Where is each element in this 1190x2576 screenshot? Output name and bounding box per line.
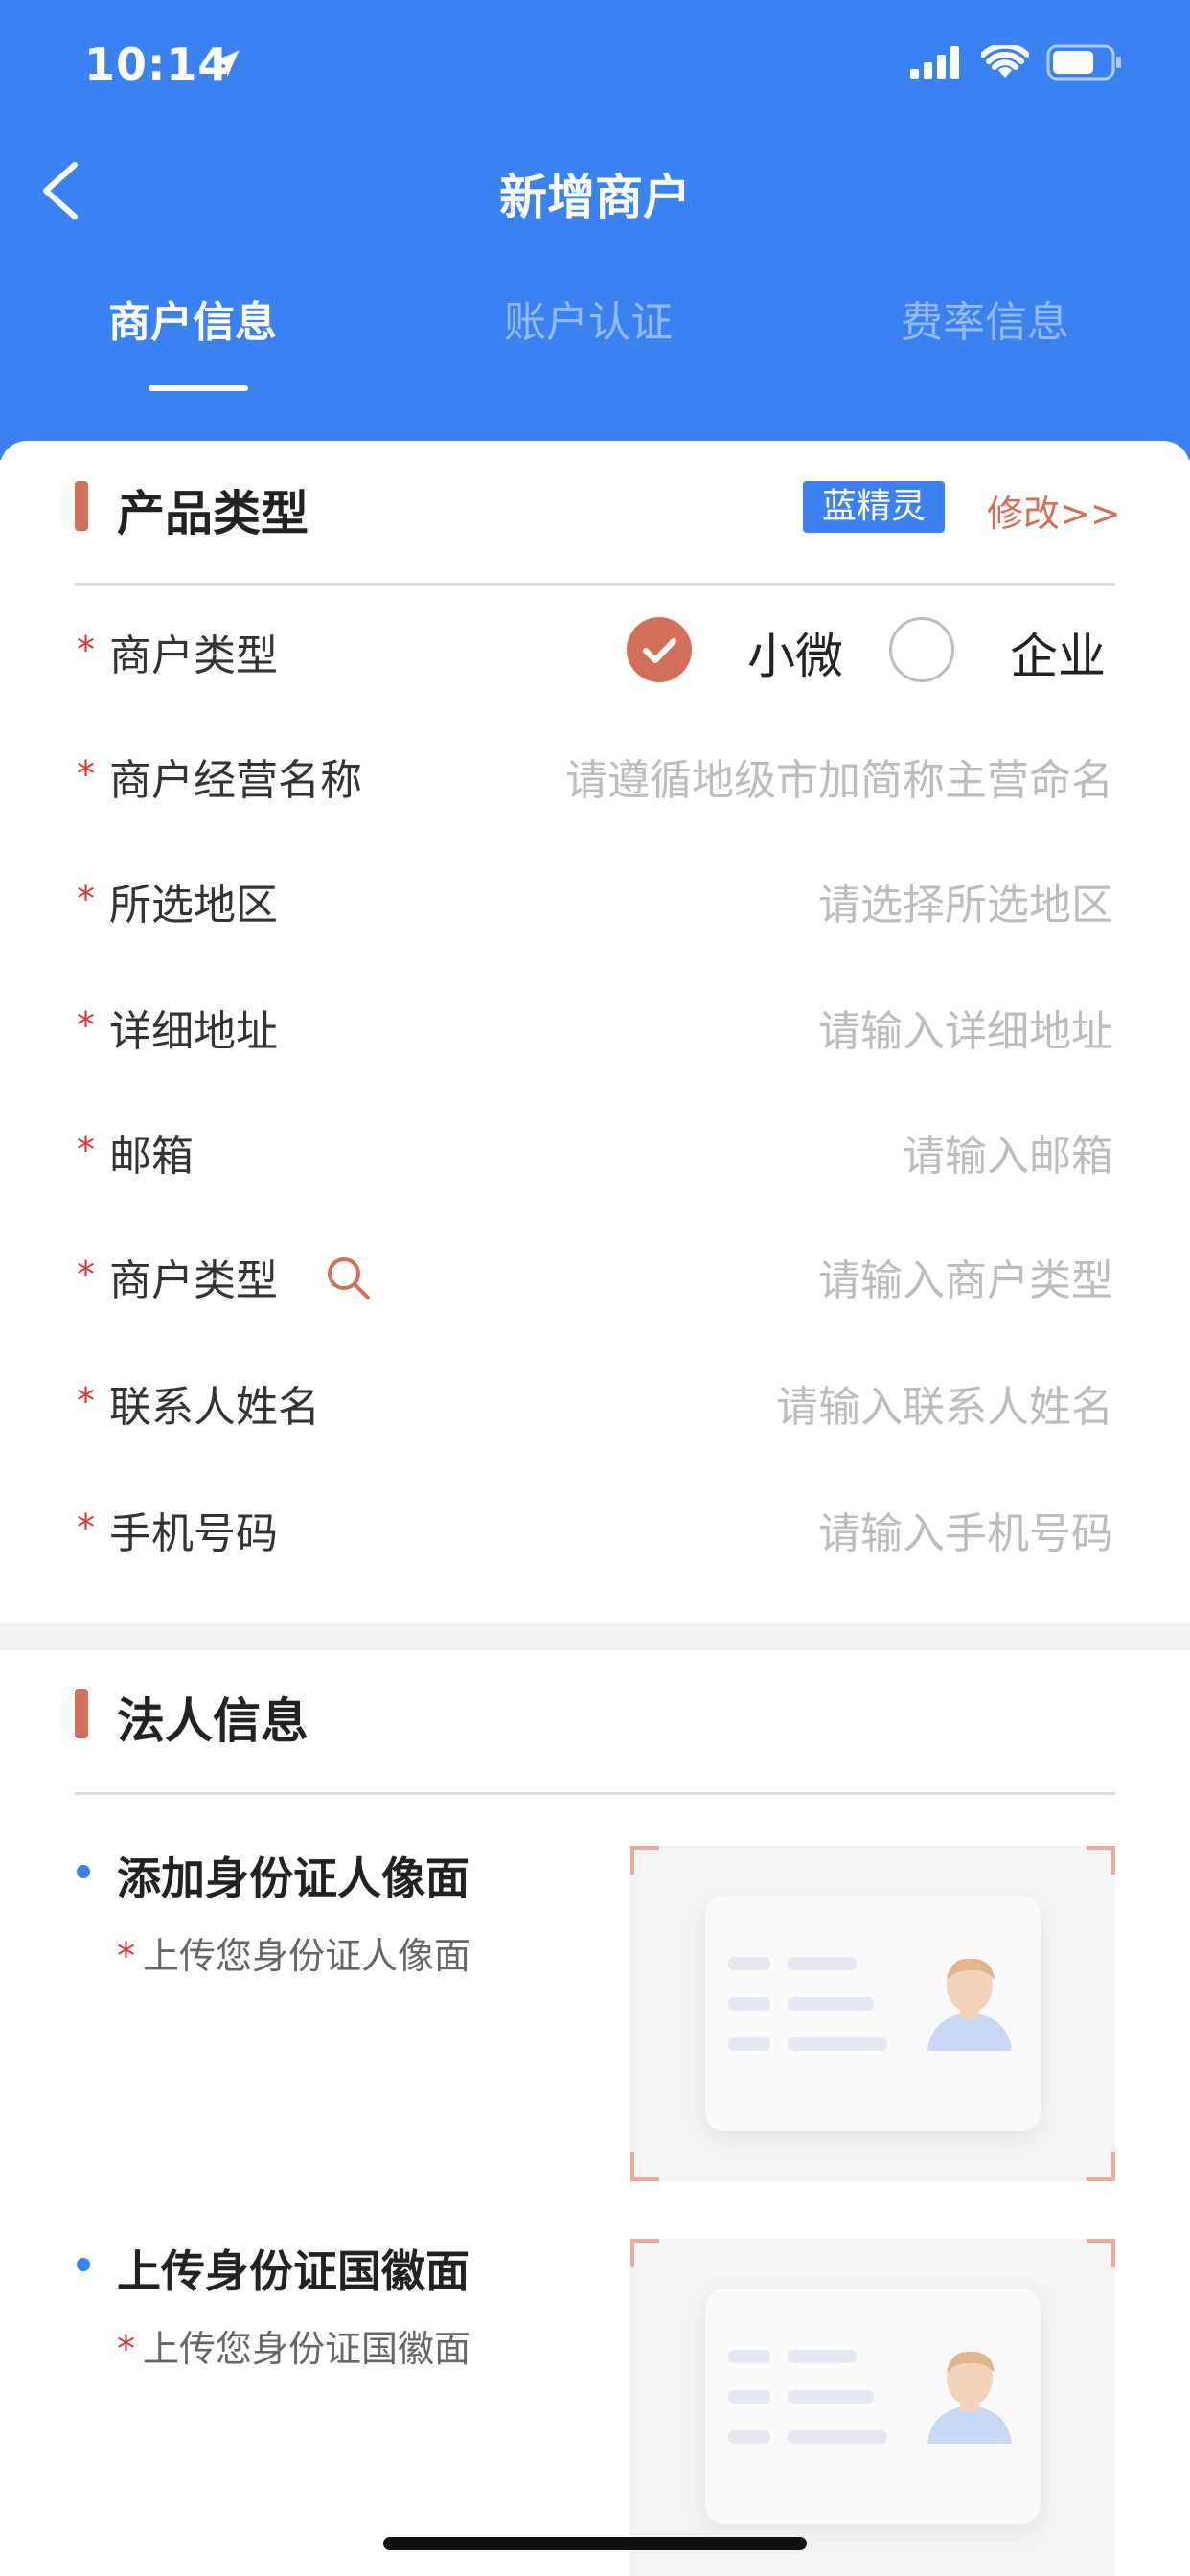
- contact-name-label: 联系人姓名: [109, 1383, 320, 1432]
- required-star: *: [77, 1129, 95, 1171]
- required-star: *: [77, 878, 95, 920]
- required-star: *: [77, 1004, 95, 1046]
- email-input[interactable]: 请输入邮箱: [903, 1121, 1113, 1183]
- id-card-illustration: [705, 1896, 1041, 2131]
- phone-label: 手机号码: [109, 1509, 278, 1558]
- tab-merchant-info[interactable]: 商户信息: [108, 288, 277, 349]
- divider: [75, 1792, 1115, 1795]
- contact-name-input[interactable]: 请输入联系人姓名: [776, 1372, 1113, 1434]
- page-title: 新增商户: [499, 170, 691, 225]
- bullet-dot: [77, 1865, 90, 1878]
- active-tab-indicator: [149, 385, 248, 391]
- id-card-illustration: [705, 2288, 1041, 2524]
- signal-icon: [910, 46, 959, 79]
- id-front-upload-area[interactable]: [630, 1846, 1115, 2181]
- required-star: *: [77, 1254, 95, 1296]
- header: 10:14 新增商户 商户信息 账户认证 费率信息: [0, 0, 1190, 460]
- radio-label-enterprise[interactable]: 企业: [1010, 618, 1106, 687]
- region-select[interactable]: 请选择所选地区: [818, 870, 1113, 932]
- merchant-type-label: 商户类型: [109, 632, 278, 680]
- region-label: 所选地区: [109, 881, 278, 930]
- divider: [75, 583, 1115, 586]
- search-icon[interactable]: [324, 1254, 374, 1303]
- section-title-legal-person: 法人信息: [117, 1693, 309, 1749]
- address-label: 详细地址: [109, 1007, 278, 1056]
- required-star: *: [117, 1935, 135, 1977]
- section-gap: [0, 1623, 1190, 1650]
- upload-front-subtitle: * 上传您身份证人像面: [117, 1926, 470, 1979]
- email-label: 邮箱: [109, 1132, 194, 1181]
- section-accent-bar: [75, 481, 88, 531]
- edit-product-link[interactable]: 修改>>: [987, 484, 1121, 537]
- upload-back-title: 上传身份证国徽面: [117, 2245, 469, 2297]
- radio-small-micro-checked[interactable]: [627, 617, 692, 682]
- person-avatar-icon: [927, 1958, 1012, 2051]
- check-icon: [643, 638, 676, 663]
- section-accent-bar: [75, 1689, 88, 1738]
- required-star: *: [77, 1506, 95, 1549]
- upload-front-hint: 上传您身份证人像面: [143, 1935, 471, 1977]
- required-star: *: [77, 629, 95, 671]
- address-input[interactable]: 请输入详细地址: [818, 997, 1113, 1058]
- tab-account-auth[interactable]: 账户认证: [504, 288, 673, 349]
- upload-back-subtitle: * 上传您身份证国徽面: [117, 2319, 470, 2372]
- tab-rate-info[interactable]: 费率信息: [901, 288, 1069, 349]
- category-input[interactable]: 请输入商户类型: [818, 1246, 1113, 1307]
- phone-input[interactable]: 请输入手机号码: [818, 1499, 1113, 1560]
- location-arrow-icon: [213, 50, 240, 77]
- required-star: *: [77, 1380, 95, 1422]
- radio-enterprise[interactable]: [889, 617, 954, 682]
- required-star: *: [77, 753, 95, 795]
- wifi-icon: [981, 45, 1029, 78]
- product-badge: 蓝精灵: [803, 481, 945, 533]
- radio-label-small-micro[interactable]: 小微: [747, 618, 843, 687]
- section-title-product-type: 产品类型: [117, 486, 309, 541]
- battery-icon: [1046, 44, 1121, 80]
- required-star: *: [117, 2328, 135, 2370]
- status-icons: [910, 44, 1123, 80]
- status-time: 10:14: [84, 38, 230, 90]
- bullet-dot: [77, 2258, 90, 2271]
- tab-bar: 商户信息 账户认证 费率信息: [0, 288, 1190, 393]
- business-name-input[interactable]: 请遵循地级市加简称主营命名: [565, 746, 1113, 807]
- business-name-label: 商户经营名称: [109, 756, 362, 805]
- upload-front-title: 添加身份证人像面: [117, 1852, 469, 1904]
- id-back-upload-area[interactable]: [630, 2239, 1115, 2576]
- category-label: 商户类型: [109, 1256, 278, 1305]
- person-avatar-icon: [927, 2351, 1012, 2444]
- home-indicator[interactable]: [383, 2537, 807, 2550]
- upload-back-hint: 上传您身份证国徽面: [143, 2328, 471, 2370]
